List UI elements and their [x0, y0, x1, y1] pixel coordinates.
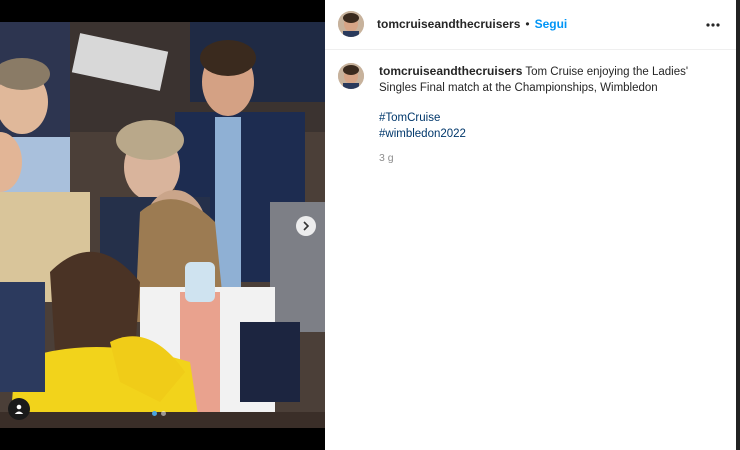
header-separator: •	[525, 17, 530, 31]
post-media	[0, 0, 325, 450]
header-username[interactable]: tomcruiseandthecruisers	[377, 17, 520, 31]
photo-illustration	[0, 22, 325, 428]
window-edge	[736, 0, 740, 450]
carousel-dot	[161, 411, 166, 416]
user-tag-icon[interactable]	[8, 398, 30, 420]
post-caption: tomcruiseandthecruisers Tom Cruise enjoy…	[379, 64, 719, 142]
more-horizontal-icon[interactable]	[706, 14, 720, 32]
post-photo[interactable]	[0, 22, 325, 428]
chevron-right-icon[interactable]	[296, 216, 316, 236]
carousel-indicator	[152, 411, 166, 416]
avatar[interactable]	[338, 11, 364, 37]
caption-avatar[interactable]	[338, 63, 364, 89]
carousel-dot-active	[152, 411, 157, 416]
post-details-panel: tomcruiseandthecruisers • Segui tomcruis…	[325, 0, 736, 450]
hashtag-link[interactable]: #TomCruise	[379, 111, 719, 127]
media-top-bar	[0, 0, 325, 22]
caption-username[interactable]: tomcruiseandthecruisers	[379, 64, 522, 78]
media-bottom-bar	[0, 428, 325, 450]
post-header: tomcruiseandthecruisers • Segui	[325, 0, 736, 50]
hashtag-link[interactable]: #wimbledon2022	[379, 127, 719, 143]
post-timestamp[interactable]: 3 g	[379, 152, 394, 164]
follow-button[interactable]: Segui	[535, 17, 568, 31]
